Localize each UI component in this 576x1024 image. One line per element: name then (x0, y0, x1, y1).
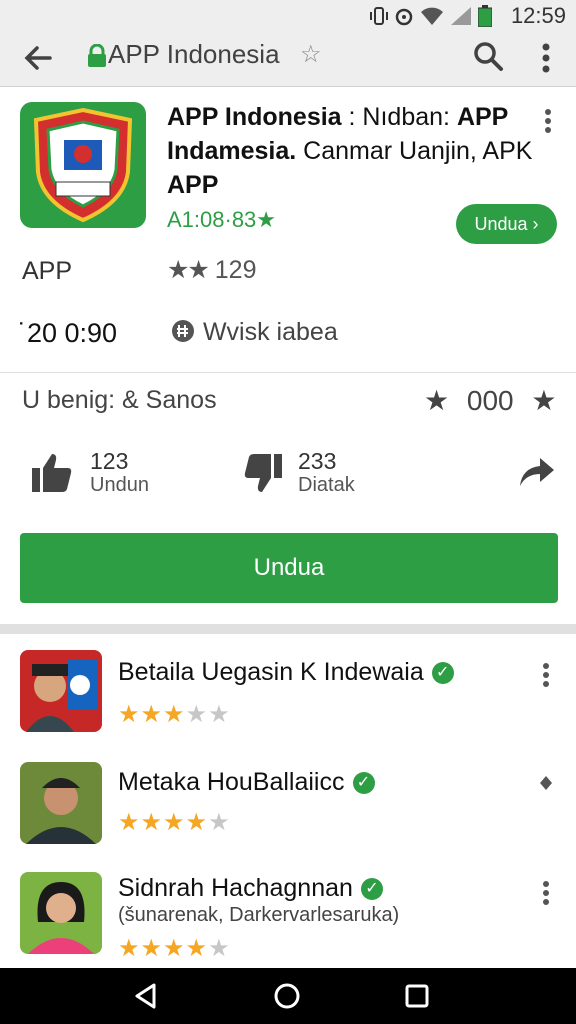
section-divider (0, 624, 576, 634)
app-type: APP (22, 257, 73, 285)
top-app-bar: APP Indonesia ☆ (0, 30, 576, 87)
back-arrow-icon[interactable] (20, 40, 56, 76)
star-empty-icon: ★ (208, 809, 231, 836)
avatar (20, 650, 102, 732)
website-link[interactable]: Wvisk iabea (170, 318, 338, 347)
status-bar: 12:59 (0, 0, 576, 30)
app-title-bold-1: APP Indonesia (167, 103, 342, 131)
verified-check-icon: ✓ (352, 772, 375, 795)
install-button[interactable]: Undu⁠a (20, 533, 558, 603)
clock: 12:59 (510, 3, 566, 28)
app-overflow-icon[interactable] (540, 108, 556, 134)
reviewer-subtitle: (šunarenak, Darkervarlesaruka) (118, 904, 400, 926)
reviewer-name-text: Betaila Uegasin K Indewaia (118, 658, 424, 686)
list-item[interactable]: Metaka HouBallaiicc ✓ ★★★★★ (0, 760, 576, 856)
star-filled-icon: ★★★★ (118, 809, 209, 836)
score-row: ★ 000 ★ (424, 384, 557, 417)
star-empty-icon: ★★ (185, 701, 231, 728)
list-item[interactable]: Betaila Uegasin K Indewaia ✓ ★★★★★ (0, 648, 576, 744)
thumbs-up-icon (32, 454, 72, 492)
rating-count: 129 (214, 256, 257, 284)
app-title: APP Indonesia : Nıdban: APP Indamesia. C… (167, 100, 537, 202)
downvote-label: Diatak (298, 474, 355, 496)
website-text: Wvisk iabea (202, 318, 338, 346)
home-nav-icon[interactable] (272, 981, 302, 1011)
reviewer-name: Metaka HouBallaiicc ✓ (118, 768, 375, 797)
review-overflow-icon[interactable] (538, 662, 554, 688)
thumbs-up-button[interactable]: 123 Undun (30, 448, 200, 500)
review-stars: ★★★★★ (118, 934, 231, 963)
app-title-text-1: : Nıdban: (341, 103, 457, 131)
rating-stars-icon: ★★ (167, 256, 210, 284)
battery-icon (478, 5, 492, 27)
star-icon-left: ★ (424, 385, 450, 416)
star-filled-icon: ★★★★ (118, 935, 209, 962)
status-icons (370, 5, 492, 27)
lock-icon (88, 44, 106, 67)
app-title-text-2: Canmar Uanjin, APK (296, 137, 533, 165)
avatar (20, 762, 102, 844)
reviewer-name-text: Sidnrah Hachagnnan (118, 874, 353, 902)
star-icon-right: ★ (531, 385, 557, 416)
page-title: APP Indonesia (108, 39, 280, 69)
thumbs-down-button[interactable]: 233 Diatak (244, 448, 414, 500)
star-filled-icon: ★★★ (118, 701, 186, 728)
divider (0, 372, 576, 373)
diamond-menu-icon[interactable] (538, 770, 554, 796)
emblem-shield-icon (33, 107, 133, 223)
search-icon[interactable] (470, 38, 506, 74)
verified-check-icon: ✓ (360, 878, 383, 901)
rating-summary: ★★ 129 (167, 255, 257, 285)
app-meta: A1:08·83★ (167, 207, 276, 233)
app-icon (20, 102, 146, 228)
score-value: 000 (466, 385, 514, 416)
overflow-menu-icon[interactable] (532, 38, 560, 78)
share-icon[interactable] (518, 456, 556, 488)
upvote-count: 123 (90, 448, 129, 474)
developer-label: U benig: & Sanos (22, 386, 217, 414)
back-nav-icon[interactable] (132, 982, 160, 1010)
reviewer-name-text: Metaka HouBallaiicc (118, 768, 345, 796)
app-title-bold-3: APP (167, 171, 219, 199)
review-overflow-icon[interactable] (538, 880, 554, 906)
verified-check-icon: ✓ (431, 662, 454, 685)
meta-star-icon: ★ (256, 207, 277, 232)
install-small-button[interactable]: Undu⁠a › (456, 204, 557, 244)
app-meta-text: A1:08·83 (167, 207, 257, 232)
signal-icon (451, 7, 471, 25)
wifi-icon (421, 7, 443, 25)
alarm-icon (395, 8, 413, 26)
avatar (20, 872, 102, 954)
globe-icon (172, 320, 194, 342)
favorite-star-icon[interactable]: ☆ (300, 40, 322, 69)
list-item[interactable]: Sidnrah Hachagnnan ✓ (šunarenak, Darkerva… (0, 870, 576, 966)
reviewer-name: Sidnrah Hachagnnan ✓ (118, 874, 383, 903)
release-date: ˙20 0:90 (18, 318, 118, 348)
review-stars: ★★★★★ (118, 808, 231, 837)
thumbs-down-icon (244, 454, 282, 492)
vibrate-icon (370, 7, 388, 25)
reviewer-name: Betaila Uegasin K Indewaia ✓ (118, 658, 454, 687)
downvote-count: 233 (298, 448, 337, 474)
upvote-label: Undun (90, 474, 149, 496)
star-empty-icon: ★ (208, 935, 231, 962)
system-nav-bar (0, 968, 576, 1024)
review-stars: ★★★★★ (118, 700, 231, 729)
recents-nav-icon[interactable] (404, 983, 430, 1009)
